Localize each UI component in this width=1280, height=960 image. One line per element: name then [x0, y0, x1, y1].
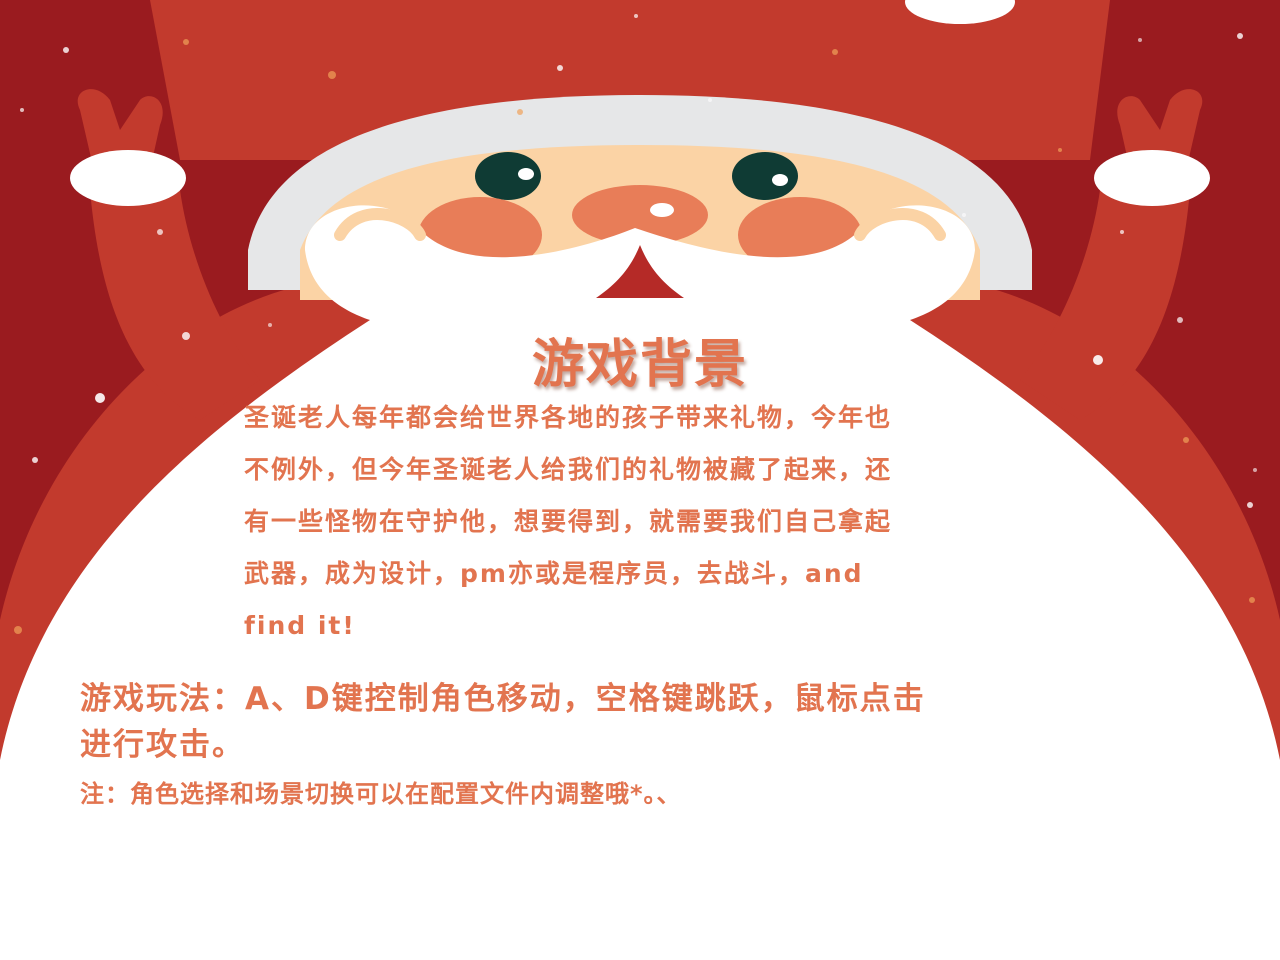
- story-line: 圣诞老人每年都会给世界各地的孩子带来礼物，今年也: [244, 403, 893, 432]
- story-line: 有一些怪物在守护他，想要得到，就需要我们自己拿起: [244, 507, 893, 536]
- controls-line: 进行攻击。: [80, 727, 245, 763]
- right-eye-icon: [732, 152, 798, 200]
- story-line: find it!: [244, 611, 356, 640]
- left-glove-cuff: [70, 150, 186, 206]
- config-note: 注：角色选择和场景切换可以在配置文件内调整哦*。、: [80, 780, 682, 808]
- page-title: 游戏背景: [531, 335, 748, 395]
- story-text: 圣诞老人每年都会给世界各地的孩子带来礼物，今年也 不例外，但今年圣诞老人给我们的…: [244, 392, 1044, 652]
- controls-instructions: 游戏玩法：A、D键控制角色移动，空格键跳跃，鼠标点击 进行攻击。: [80, 676, 1210, 768]
- controls-line: 游戏玩法：A、D键控制角色移动，空格键跳跃，鼠标点击: [80, 681, 926, 717]
- story-line: 不例外，但今年圣诞老人给我们的礼物被藏了起来，还: [244, 455, 893, 484]
- game-intro-screen: 游戏背景 圣诞老人每年都会给世界各地的孩子带来礼物，今年也 不例外，但今年圣诞老…: [0, 0, 1280, 960]
- story-line: 武器，成为设计，pm亦或是程序员，去战斗，and: [244, 559, 864, 588]
- right-glove-cuff: [1094, 150, 1210, 206]
